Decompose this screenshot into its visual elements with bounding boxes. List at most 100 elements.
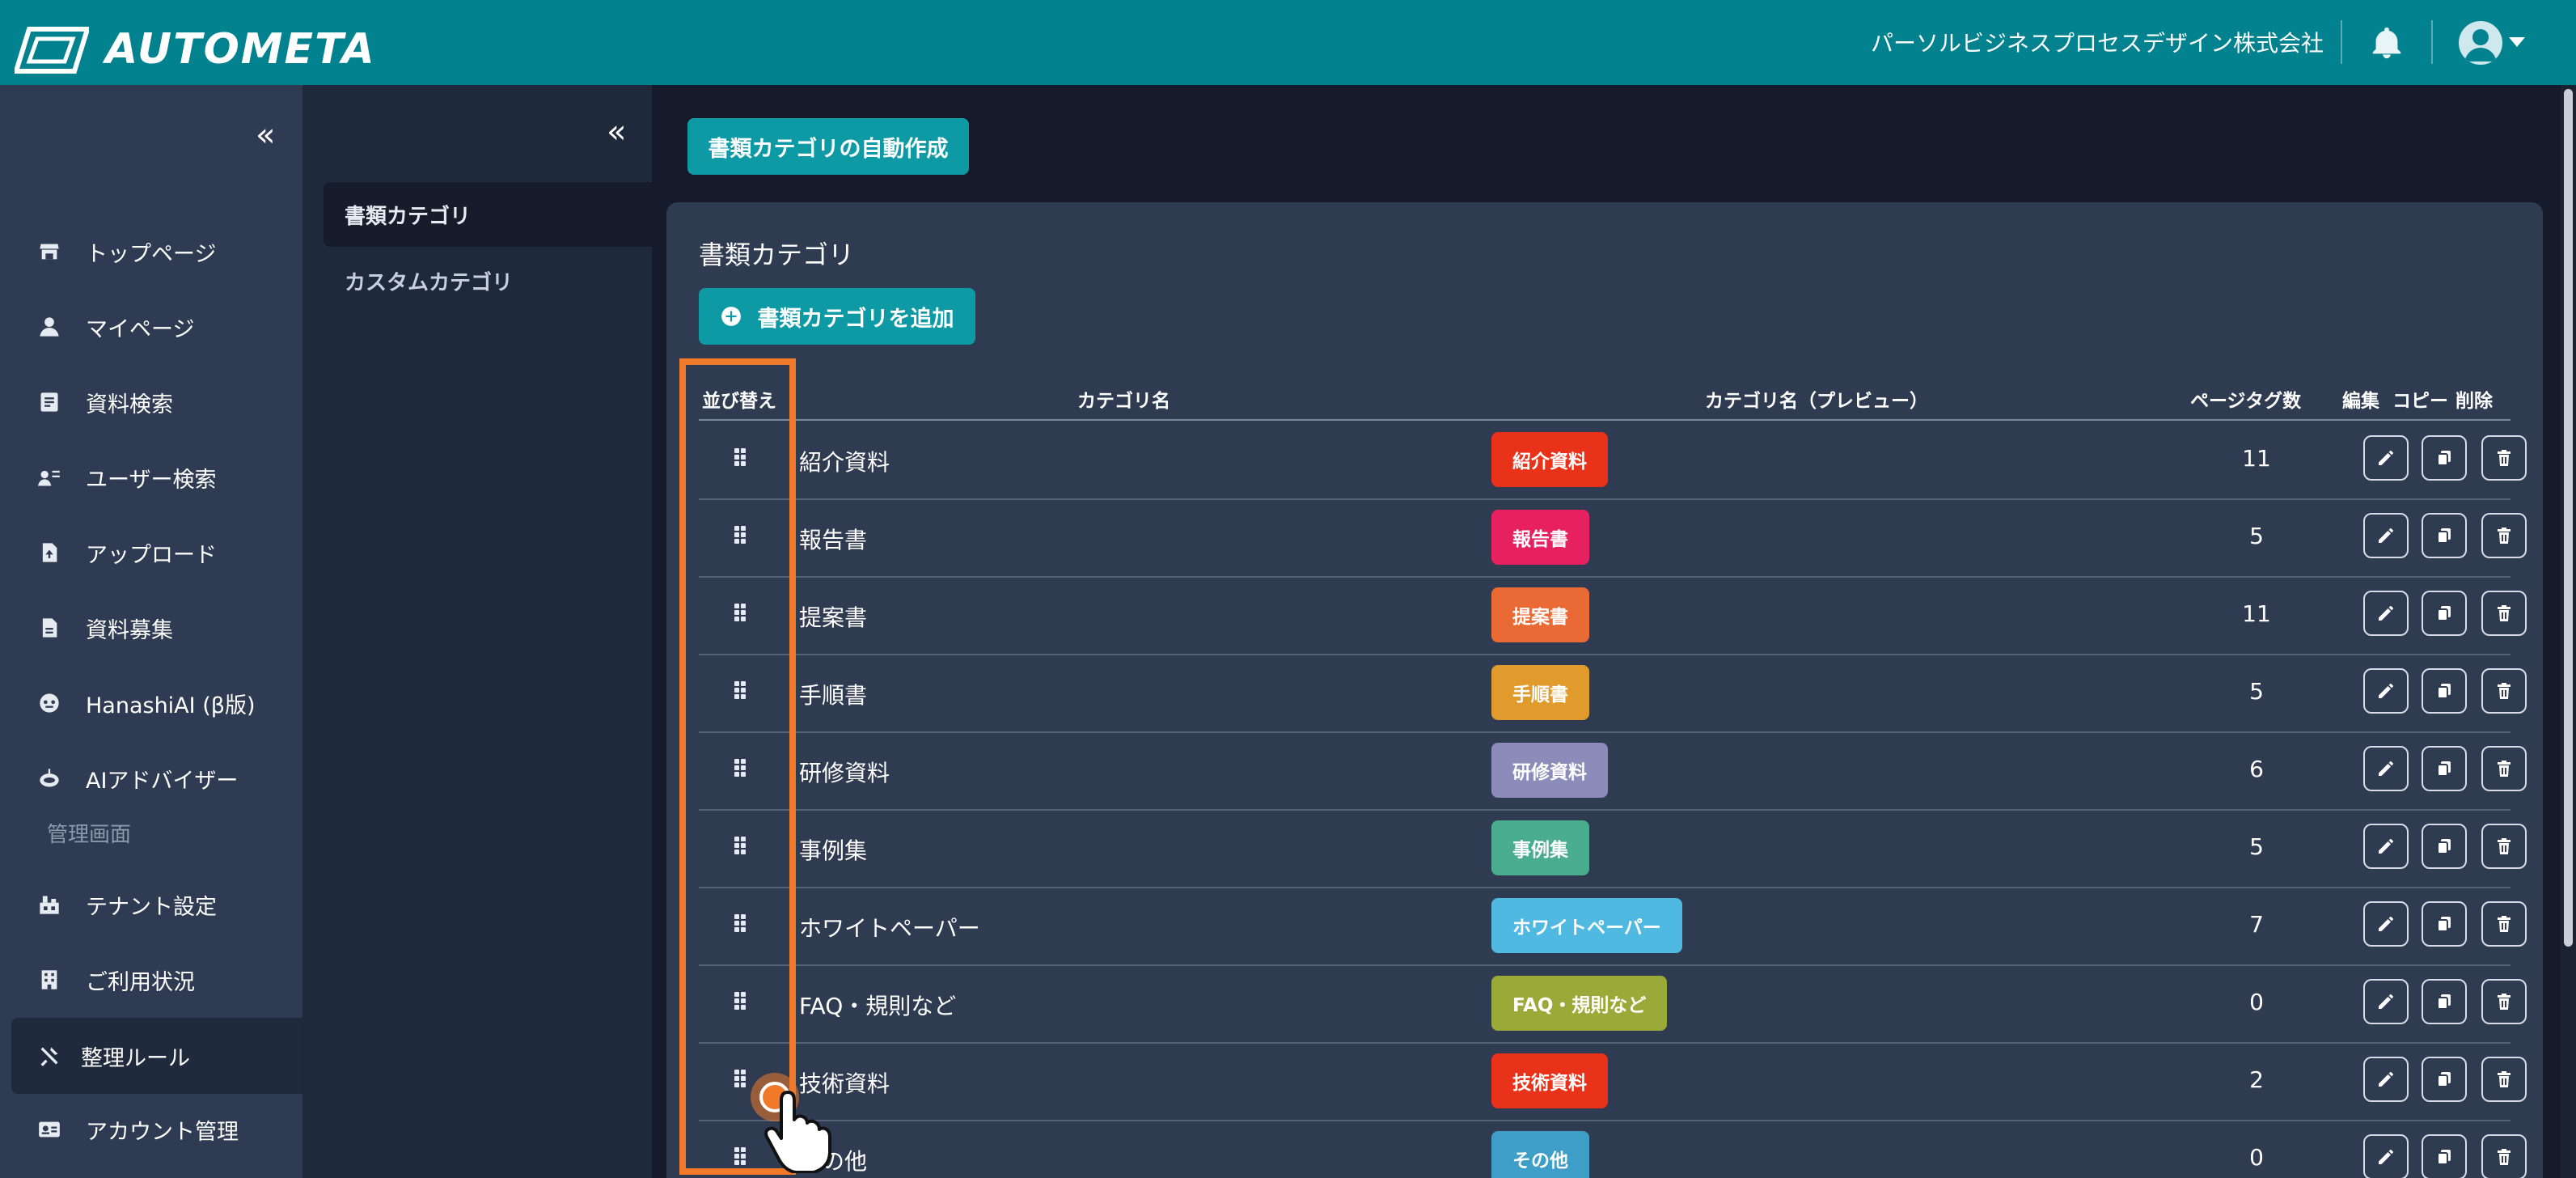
trash-icon <box>2494 992 2514 1011</box>
logo-text: AUTOMETA <box>105 25 376 74</box>
sidebar-item-label: HanashiAI (β版) <box>86 693 256 718</box>
tenant-icon <box>37 892 61 917</box>
delete-button[interactable] <box>2481 668 2527 714</box>
store-icon <box>37 239 61 264</box>
edit-button[interactable] <box>2363 591 2409 636</box>
delete-button[interactable] <box>2481 901 2527 947</box>
sidebar-item-organize-rules[interactable]: 整理ルール <box>11 1018 302 1094</box>
table-row[interactable]: 技術資料 技術資料 2 <box>699 1042 2527 1121</box>
add-category-button[interactable]: 書類カテゴリを追加 <box>699 288 975 345</box>
edit-button[interactable] <box>2363 1134 2409 1178</box>
table-row[interactable]: 報告書 報告書 5 <box>699 498 2527 578</box>
user-search-icon <box>37 465 61 489</box>
pencil-icon <box>2376 837 2396 856</box>
page-scrollbar-thumb[interactable] <box>2564 89 2573 947</box>
sidebar-item-recruit[interactable]: 資料募集 <box>0 595 302 660</box>
copy-button[interactable] <box>2422 668 2467 714</box>
copy-button[interactable] <box>2422 901 2467 947</box>
category-name: 報告書 <box>799 527 868 553</box>
autometa-logo-icon <box>15 27 89 74</box>
pencil-icon <box>2376 448 2396 468</box>
copy-button[interactable] <box>2422 1134 2467 1178</box>
collapse-subnav-icon[interactable]: « <box>607 116 626 148</box>
delete-button[interactable] <box>2481 513 2527 558</box>
page-tag-count: 11 <box>2242 445 2271 472</box>
column-header-name[interactable]: カテゴリ名 <box>1077 385 1170 413</box>
sidebar-item-document-search[interactable]: 資料検索 <box>0 370 302 434</box>
delete-button[interactable] <box>2481 435 2527 481</box>
edit-button[interactable] <box>2363 979 2409 1024</box>
column-header-page-tags[interactable]: ページタグ数 <box>2190 385 2301 413</box>
sidebar-item-hanashiai[interactable]: HanashiAI (β版) <box>0 671 302 735</box>
edit-button[interactable] <box>2363 513 2409 558</box>
delete-button[interactable] <box>2481 591 2527 636</box>
logo[interactable]: AUTOMETA <box>15 23 376 76</box>
table-row[interactable]: 紹介資料 紹介資料 11 <box>699 421 2527 500</box>
sidebar-section-admin: 管理画面 <box>47 823 132 847</box>
table-row[interactable]: FAQ・規則など FAQ・規則など 0 <box>699 964 2527 1044</box>
copy-icon <box>2434 1070 2454 1089</box>
card-title: 書類カテゴリ <box>699 239 855 270</box>
subnav-item-custom-category[interactable]: カスタムカテゴリ <box>324 248 652 313</box>
table-row[interactable]: 提案書 提案書 11 <box>699 576 2527 655</box>
column-header-preview[interactable]: カテゴリ名（プレビュー） <box>1705 385 1928 413</box>
edit-button[interactable] <box>2363 824 2409 869</box>
copy-button[interactable] <box>2422 513 2467 558</box>
robot-icon <box>37 766 61 790</box>
auto-create-category-button[interactable]: 書類カテゴリの自動作成 <box>687 118 969 175</box>
header-divider <box>2341 20 2342 64</box>
table-row[interactable]: 事例集 事例集 5 <box>699 809 2527 888</box>
notification-bell-icon[interactable] <box>2368 24 2405 65</box>
copy-button[interactable] <box>2422 591 2467 636</box>
trash-icon <box>2494 526 2514 545</box>
delete-button[interactable] <box>2481 979 2527 1024</box>
table-row[interactable]: 手順書 手順書 5 <box>699 654 2527 733</box>
trash-icon <box>2494 604 2514 623</box>
sidebar-item-ai-advisor[interactable]: AIアドバイザー <box>0 746 302 811</box>
building-icon <box>37 968 61 992</box>
subnav-item-document-category[interactable]: 書類カテゴリ <box>324 182 652 247</box>
edit-button[interactable] <box>2363 1057 2409 1102</box>
copy-icon <box>2434 759 2454 778</box>
edit-button[interactable] <box>2363 435 2409 481</box>
edit-button[interactable] <box>2363 668 2409 714</box>
sub-sidebar: « 書類カテゴリ カスタムカテゴリ <box>302 85 652 1178</box>
user-avatar[interactable] <box>2459 21 2502 65</box>
sidebar-item-usage[interactable]: ご利用状況 <box>0 947 302 1012</box>
copy-button[interactable] <box>2422 979 2467 1024</box>
table-row[interactable]: 研修資料 研修資料 6 <box>699 731 2527 811</box>
sidebar-item-account-management[interactable]: アカウント管理 <box>0 1097 302 1162</box>
delete-button[interactable] <box>2481 746 2527 791</box>
trash-icon <box>2494 681 2514 701</box>
copy-button[interactable] <box>2422 746 2467 791</box>
edit-button[interactable] <box>2363 746 2409 791</box>
table-row[interactable]: その他 その他 0 <box>699 1120 2527 1178</box>
pencil-icon <box>2376 681 2396 701</box>
delete-button[interactable] <box>2481 1057 2527 1102</box>
file-icon <box>37 616 61 640</box>
category-preview-badge: 事例集 <box>1491 820 1589 875</box>
table-row[interactable]: ホワイトペーパー ホワイトペーパー 7 <box>699 887 2527 966</box>
copy-button[interactable] <box>2422 1057 2467 1102</box>
chevron-down-icon[interactable] <box>2509 37 2525 47</box>
subnav-item-label: カスタムカテゴリ <box>345 270 514 295</box>
copy-button[interactable] <box>2422 824 2467 869</box>
copy-icon <box>2434 681 2454 701</box>
sidebar-item-label: アップロード <box>86 542 217 568</box>
category-preview-badge: 手順書 <box>1491 665 1589 720</box>
sort-column-highlight <box>679 358 796 1175</box>
pencil-icon <box>2376 914 2396 934</box>
collapse-sidebar-icon[interactable]: « <box>256 119 275 151</box>
delete-button[interactable] <box>2481 824 2527 869</box>
sidebar-item-my-page[interactable]: マイページ <box>0 294 302 359</box>
copy-icon <box>2434 1147 2454 1167</box>
subnav-item-label: 書類カテゴリ <box>345 204 472 229</box>
edit-button[interactable] <box>2363 901 2409 947</box>
sidebar-item-tenant-settings[interactable]: テナント設定 <box>0 872 302 937</box>
sidebar-item-top-page[interactable]: トップページ <box>0 219 302 284</box>
sidebar-item-upload[interactable]: アップロード <box>0 520 302 585</box>
sidebar-item-user-search[interactable]: ユーザー検索 <box>0 445 302 510</box>
pencil-icon <box>2376 992 2396 1011</box>
copy-button[interactable] <box>2422 435 2467 481</box>
delete-button[interactable] <box>2481 1134 2527 1178</box>
